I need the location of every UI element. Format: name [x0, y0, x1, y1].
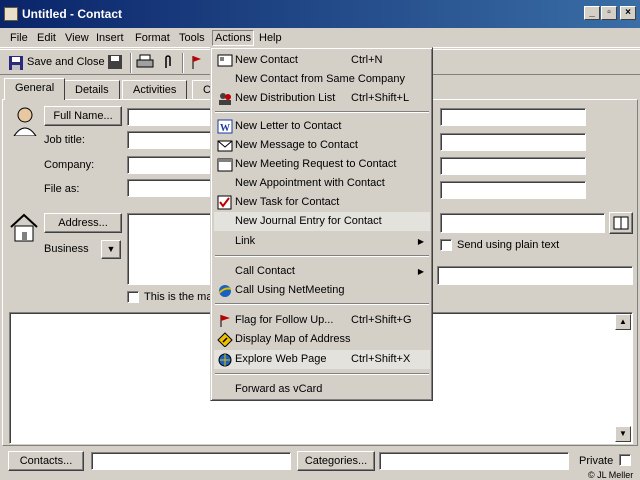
flag-button[interactable] — [190, 54, 204, 72]
address-field[interactable] — [127, 213, 217, 285]
menu-item-display-map[interactable]: Display Map of Address — [214, 330, 430, 349]
categories-field[interactable] — [379, 452, 569, 470]
map-icon — [217, 332, 233, 347]
menu-item-new-contact-same-company[interactable]: New Contact from Same Company — [214, 70, 430, 89]
house-icon — [10, 213, 38, 242]
menu-actions[interactable]: Actions — [212, 30, 255, 46]
web-page-field[interactable] — [437, 266, 633, 285]
menu-insert[interactable]: Insert — [94, 31, 126, 47]
menu-bar: File Edit View Insert Format Tools Actio… — [0, 28, 640, 48]
menu-item-new-meeting-request[interactable]: New Meeting Request to Contact — [214, 155, 430, 174]
menu-item-new-contact[interactable]: New Contact Ctrl+N — [214, 51, 430, 70]
netmeeting-icon — [218, 285, 232, 297]
print-button[interactable] — [136, 54, 154, 72]
phone-field-3[interactable] — [440, 157, 586, 175]
close-button[interactable]: × — [620, 6, 636, 20]
disk-icon — [108, 55, 122, 69]
categories-button[interactable]: Categories... — [297, 451, 375, 471]
menu-item-new-task[interactable]: New Task for Contact — [214, 193, 430, 212]
email-field[interactable] — [440, 213, 605, 233]
person-icon — [13, 107, 37, 136]
distribution-list-icon — [219, 93, 231, 105]
menu-item-call-netmeeting[interactable]: Call Using NetMeeting — [214, 281, 430, 300]
full-name-field[interactable] — [127, 108, 217, 126]
web-page-icon — [218, 353, 232, 367]
menu-item-flag-follow-up[interactable]: Flag for Follow Up... Ctrl+Shift+G — [214, 311, 430, 330]
contacts-field[interactable] — [91, 452, 291, 470]
plain-text-checkbox[interactable] — [440, 239, 452, 251]
flag-icon — [192, 56, 201, 69]
job-title-label: Job title: — [44, 134, 85, 146]
contacts-button[interactable]: Contacts... — [8, 451, 84, 471]
task-icon — [217, 195, 232, 210]
phone-field-4[interactable] — [440, 181, 586, 199]
attach-button[interactable] — [162, 54, 176, 72]
footer-bar: Contacts... Categories... Private © JL M… — [0, 448, 640, 480]
private-checkbox[interactable] — [619, 454, 631, 466]
menu-item-explore-web-page[interactable]: Explore Web Page Ctrl+Shift+X — [214, 350, 430, 369]
company-label: Company: — [44, 159, 95, 171]
menu-format[interactable]: Format — [133, 31, 172, 47]
minimize-button[interactable]: _ — [584, 6, 600, 20]
company-field[interactable] — [127, 156, 217, 174]
menu-item-call-contact[interactable]: Call Contact ▶ — [214, 262, 430, 281]
contact-card-icon — [4, 7, 18, 21]
paperclip-icon — [165, 55, 171, 68]
tab-activities[interactable]: Activities — [122, 80, 188, 100]
message-icon — [217, 140, 233, 152]
printer-icon — [136, 54, 154, 68]
maximize-button[interactable]: ▫ — [601, 6, 617, 20]
menu-item-forward-vcard[interactable]: Forward as vCard — [214, 380, 430, 399]
menu-file[interactable]: File — [8, 31, 30, 47]
mailing-address-checkbox[interactable] — [127, 291, 139, 303]
menu-item-new-letter[interactable]: W New Letter to Contact — [214, 117, 430, 136]
file-as-label: File as: — [44, 183, 80, 195]
word-icon: W — [217, 119, 233, 134]
menu-item-new-journal-entry[interactable]: New Journal Entry for Contact — [214, 212, 430, 231]
address-book-icon — [613, 216, 629, 230]
new-contact-icon — [217, 54, 233, 67]
scroll-down-button[interactable]: ▼ — [615, 426, 631, 442]
credit-text: © JL Meller — [588, 470, 634, 480]
job-title-field[interactable] — [127, 131, 217, 149]
tab-details[interactable]: Details — [64, 80, 120, 100]
phone-field-1[interactable] — [440, 108, 586, 126]
address-type-label: Business — [44, 243, 89, 255]
meeting-icon — [217, 158, 233, 172]
address-type-dropdown[interactable]: ▼ — [101, 240, 121, 259]
address-button[interactable]: Address... — [44, 213, 122, 233]
save-button[interactable] — [107, 54, 125, 72]
full-name-button[interactable]: Full Name... — [44, 106, 122, 126]
menu-item-new-distribution-list[interactable]: New Distribution List Ctrl+Shift+L — [214, 89, 430, 108]
mailing-address-label: This is the mai — [144, 291, 215, 303]
save-icon — [9, 56, 23, 70]
flag-icon — [220, 315, 230, 327]
menu-view[interactable]: View — [63, 31, 91, 47]
menu-item-new-message[interactable]: New Message to Contact — [214, 136, 430, 155]
menu-item-new-appointment[interactable]: New Appointment with Contact — [214, 174, 430, 193]
menu-item-link[interactable]: Link ▶ — [214, 232, 430, 251]
tab-general[interactable]: General — [4, 78, 66, 100]
phone-field-2[interactable] — [440, 133, 586, 151]
menu-tools[interactable]: Tools — [177, 31, 207, 47]
private-label: Private — [579, 455, 614, 467]
menu-help[interactable]: Help — [257, 31, 284, 47]
plain-text-label: Send using plain text — [457, 239, 560, 251]
file-as-field[interactable] — [127, 179, 217, 197]
scroll-up-button[interactable]: ▲ — [615, 314, 631, 330]
address-book-button[interactable] — [609, 212, 633, 234]
window-title: Untitled - Contact — [22, 7, 122, 21]
actions-menu: New Contact Ctrl+N New Contact from Same … — [210, 47, 433, 401]
title-bar: Untitled - Contact _ ▫ × — [0, 0, 640, 28]
menu-edit[interactable]: Edit — [35, 31, 58, 47]
svg-text:W: W — [220, 123, 230, 134]
